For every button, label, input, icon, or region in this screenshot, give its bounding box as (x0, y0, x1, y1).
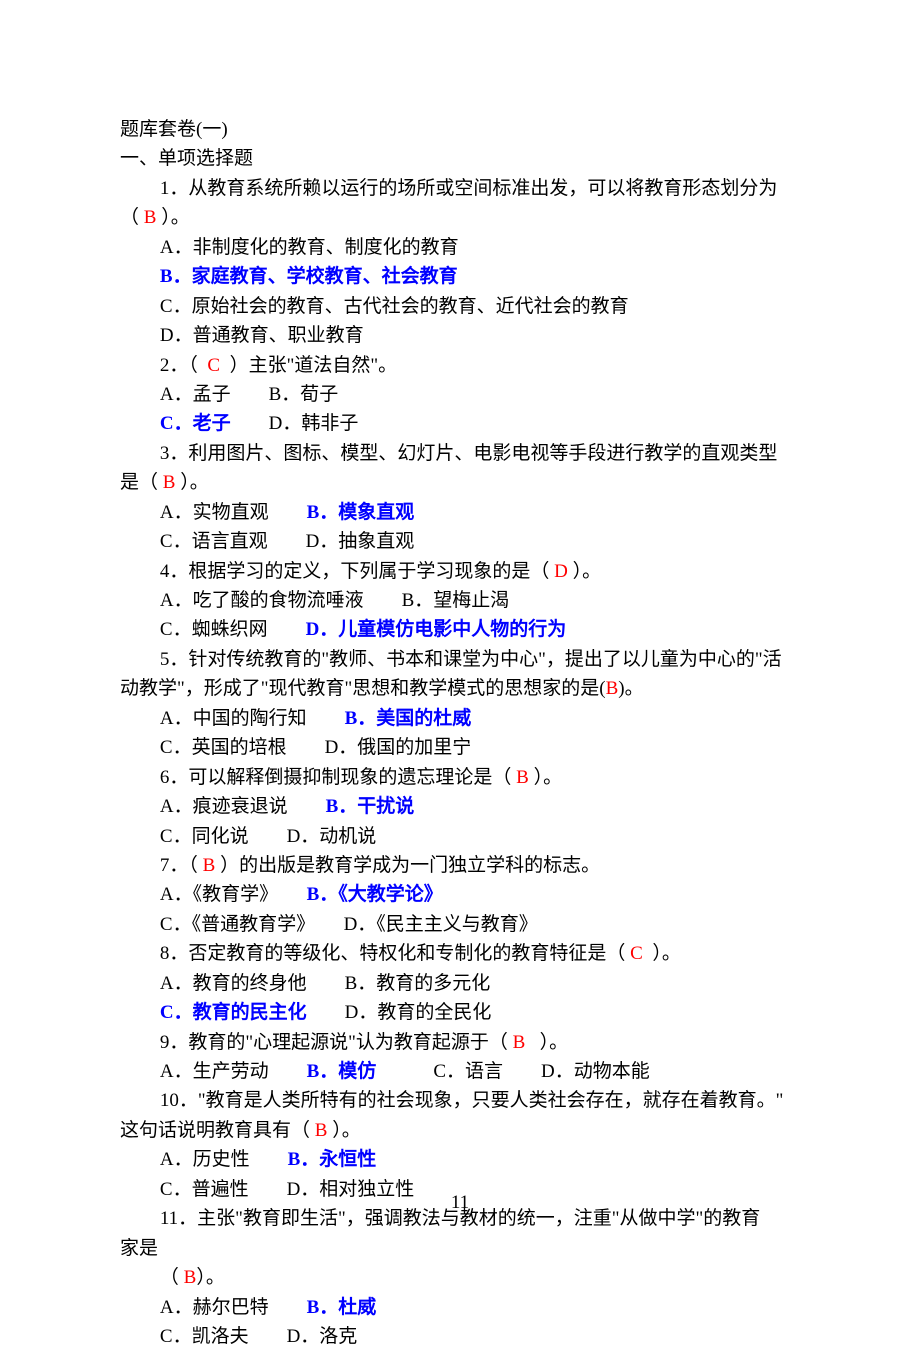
q8-answer: C (630, 943, 643, 964)
q7-stem-a: 7．（ (160, 855, 203, 876)
q4-stem: 4．根据学习的定义，下列属于学习现象的是（ D ）。 (120, 557, 800, 586)
q7-line-ab: A．《教育学》 B．《大教学论》 (120, 880, 800, 909)
q5-line2b: )。 (618, 678, 643, 699)
q2-answer: C (207, 355, 220, 376)
q2-stem-b: ）主张"道法自然"。 (220, 355, 397, 376)
q2-line-ab: A．孟子 B．荀子 (120, 380, 800, 409)
q6-stem: 6．可以解释倒摄抑制现象的遗忘理论是（ B ）。 (120, 763, 800, 792)
q8-stem-a: 8．否定教育的等级化、特权化和专制化的教育特征是（ (160, 943, 630, 964)
q1-paren-open: （ (120, 207, 144, 228)
q2-stem-a: 2．（ (160, 355, 208, 376)
document-body: 题库套卷(一) 一、单项选择题 1．从教育系统所赖以运行的场所或空间标准出发，可… (120, 115, 800, 1351)
q7-option-a: A．《教育学》 (160, 884, 307, 905)
q9-option-a: A．生产劳动 (160, 1061, 307, 1082)
q1-paren-close: ）。 (156, 207, 189, 228)
q3-option-a: A．实物直观 (160, 502, 307, 523)
q11-option-b: B．杜威 (307, 1297, 377, 1318)
q4-stem-b: ）。 (568, 561, 601, 582)
q6-option-a: A．痕迹衰退说 (160, 796, 326, 817)
q9-stem-b: ）。 (525, 1032, 568, 1053)
q5-option-b: B．美国的杜威 (345, 708, 472, 729)
q11-line-cd: C．凯洛夫 D．洛克 (120, 1322, 800, 1351)
q1-option-b: B．家庭教育、学校教育、社会教育 (120, 262, 800, 291)
q2-option-d: D．韩非子 (231, 413, 359, 434)
q10-line2a: 这句话说明教育具有（ (120, 1120, 315, 1141)
q3-stem-line1: 3．利用图片、图标、模型、幻灯片、电影电视等手段进行教学的直观类型 (120, 439, 800, 468)
q10-option-b: B．永恒性 (288, 1149, 377, 1170)
q3-stem-b-a: 是（ (120, 472, 163, 493)
q11-answer: B (184, 1267, 197, 1288)
q10-line2b: ）。 (327, 1120, 360, 1141)
q7-answer: B (203, 855, 216, 876)
q8-option-d: D．教育的全民化 (307, 1002, 492, 1023)
q5-stem-line2: 动教学"，形成了"现代教育"思想和教学模式的思想家的是(B)。 (120, 674, 800, 703)
q1-option-c: C．原始社会的教育、古代社会的教育、近代社会的教育 (120, 292, 800, 321)
q9-option-b: B．模仿 (307, 1061, 377, 1082)
q3-stem-line2: 是（ B ）。 (120, 468, 800, 497)
q6-stem-b: ）。 (529, 767, 562, 788)
q5-line2a: 动教学"，形成了"现代教育"思想和教学模式的思想家的是( (120, 678, 606, 699)
section-title: 一、单项选择题 (120, 144, 800, 173)
q8-stem: 8．否定教育的等级化、特权化和专制化的教育特征是（ C ）。 (120, 939, 800, 968)
q9-stem-a: 9．教育的"心理起源说"认为教育起源于（ (160, 1032, 513, 1053)
q9-answer: B (513, 1032, 526, 1053)
q1-option-a: A．非制度化的教育、制度化的教育 (120, 233, 800, 262)
q8-stem-b: ）。 (643, 943, 681, 964)
q7-stem: 7．（ B ）的出版是教育学成为一门独立学科的标志。 (120, 851, 800, 880)
q9-option-cd: C．语言 D．动物本能 (376, 1061, 649, 1082)
q4-option-c: C．蜘蛛织网 (160, 619, 306, 640)
q4-answer: D (554, 561, 568, 582)
q4-line-ab: A．吃了酸的食物流唾液 B．望梅止渴 (120, 586, 800, 615)
q6-stem-a: 6．可以解释倒摄抑制现象的遗忘理论是（ (160, 767, 516, 788)
q5-line-ab: A．中国的陶行知 B．美国的杜威 (120, 704, 800, 733)
page-number: 11 (0, 1188, 920, 1217)
q3-line-ab: A．实物直观 B．模象直观 (120, 498, 800, 527)
q10-option-a: A．历史性 (160, 1149, 288, 1170)
q1-stem-line2: （ B ）。 (120, 203, 800, 232)
q5-line-cd: C．英国的培根 D．俄国的加里宁 (120, 733, 800, 762)
q6-option-b: B．干扰说 (326, 796, 415, 817)
q4-line-cd: C．蜘蛛织网 D．儿童模仿电影中人物的行为 (120, 615, 800, 644)
q5-option-a: A．中国的陶行知 (160, 708, 345, 729)
q5-answer: B (606, 678, 619, 699)
q11-stem-line3: （ B）。 (120, 1263, 800, 1292)
q1-stem-line1: 1．从教育系统所赖以运行的场所或空间标准出发，可以将教育形态划分为 (120, 174, 800, 203)
q5-stem-line1: 5．针对传统教育的"教师、书本和课堂为中心"，提出了以儿童为中心的"活 (120, 645, 800, 674)
q9-stem: 9．教育的"心理起源说"认为教育起源于（ B ）。 (120, 1028, 800, 1057)
q8-option-c: C．教育的民主化 (160, 1002, 307, 1023)
q4-stem-a: 4．根据学习的定义，下列属于学习现象的是（ (160, 561, 554, 582)
q1-option-d: D．普通教育、职业教育 (120, 321, 800, 350)
q11-stem-line2: 家是 (120, 1234, 800, 1263)
q3-line-cd: C．语言直观 D．抽象直观 (120, 527, 800, 556)
q3-option-b: B．模象直观 (307, 502, 415, 523)
q4-option-d: D．儿童模仿电影中人物的行为 (306, 619, 567, 640)
q6-answer: B (516, 767, 529, 788)
q2-option-c: C．老子 (160, 413, 231, 434)
q10-stem-line2: 这句话说明教育具有（ B ）。 (120, 1116, 800, 1145)
q7-option-b: B．《大教学论》 (307, 884, 443, 905)
q3-stem-b-b: ）。 (175, 472, 208, 493)
q7-stem-b: ）的出版是教育学成为一门独立学科的标志。 (215, 855, 600, 876)
q1-answer: B (144, 207, 157, 228)
exam-header: 题库套卷(一) (120, 115, 800, 144)
q7-line-cd: C．《普通教育学》 D．《民主主义与教育》 (120, 910, 800, 939)
q11-line3b: ）。 (196, 1267, 225, 1288)
q10-line-ab: A．历史性 B．永恒性 (120, 1145, 800, 1174)
q10-stem-line1: 10．"教育是人类所特有的社会现象，只要人类社会存在，就存在着教育。" (120, 1086, 800, 1115)
q6-line-cd: C．同化说 D．动机说 (120, 822, 800, 851)
q2-stem: 2．（ C ）主张"道法自然"。 (120, 351, 800, 380)
q10-answer: B (315, 1120, 328, 1141)
q11-line-ab: A．赫尔巴特 B．杜威 (120, 1293, 800, 1322)
q8-line-cd: C．教育的民主化 D．教育的全民化 (120, 998, 800, 1027)
q11-line3a: （ (160, 1267, 184, 1288)
q6-line-ab: A．痕迹衰退说 B．干扰说 (120, 792, 800, 821)
q11-option-a: A．赫尔巴特 (160, 1297, 307, 1318)
q9-line-abcd: A．生产劳动 B．模仿 C．语言 D．动物本能 (120, 1057, 800, 1086)
q8-line-ab: A．教育的终身他 B．教育的多元化 (120, 969, 800, 998)
q2-line-cd: C．老子 D．韩非子 (120, 409, 800, 438)
q3-answer: B (163, 472, 176, 493)
